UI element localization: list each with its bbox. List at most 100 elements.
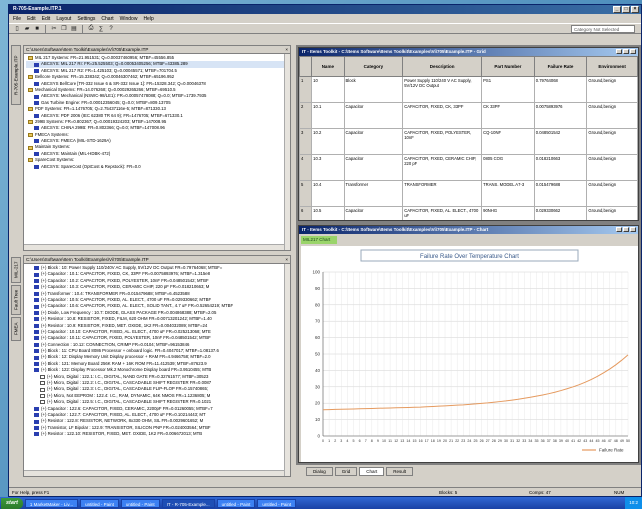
grid-cell[interactable]: Ground,benign [586,206,638,220]
close-icon[interactable]: × [285,256,288,263]
grid-cell[interactable]: Block [343,76,404,103]
table-row[interactable]: 2 10.1 Capacitor CAPACITOR, FIXED, CK, 33PF… [299,102,638,129]
minimize-button[interactable] [616,227,622,232]
taskbar-button[interactable]: untitled - Paint [257,498,297,508]
taskbar-button[interactable]: untitled - Paint [120,498,160,508]
grid-column-header[interactable] [299,56,313,77]
mil217-chart-tab[interactable]: MIL217 Chart [301,236,337,244]
vertical-scrollbar[interactable] [284,54,290,250]
table-row[interactable]: 3 10.2 Capacitor CAPACITOR, FIXED, POLYESTE… [299,128,638,155]
grid-cell[interactable]: Ground,benign [586,76,638,103]
grid-cell[interactable]: 10.3 [311,154,345,181]
grid-cell[interactable]: 10.5 [311,206,345,220]
calculate-icon[interactable]: ∑ [97,25,105,33]
tab-mil217[interactable]: MIL-217 [11,257,21,283]
open-folder-icon[interactable]: ▰ [23,25,31,33]
grid-cell[interactable]: TRANSFORMER [402,180,483,207]
grid-cell[interactable]: PS1 [481,76,535,103]
grid-cell[interactable]: Capacitor [343,128,404,155]
grid-cell[interactable]: Ground,benign [586,128,638,155]
grid-cell[interactable]: Ground,benign [586,102,638,129]
grid-cell[interactable]: Power Supply 110/240 V AC Supply, 5V/12V… [402,76,483,103]
taskbar-button[interactable]: untitled - Paint [80,498,119,508]
table-row[interactable]: 6 10.5 Capacitor CAPACITOR, FIXED, AL. ELEC… [299,206,638,220]
grid-cell[interactable]: 1 [299,76,313,103]
grid-column-header[interactable]: Part Number [481,56,535,77]
tab-fmea[interactable]: FMEA [11,317,21,341]
close-button[interactable] [630,227,636,232]
grid-column-header[interactable]: Name [311,56,345,77]
print-icon[interactable]: ⎙ [87,25,95,33]
grid-cell[interactable]: 90NHG [481,206,535,220]
grid-cell[interactable]: CAPACITOR, FIXED, CK, 33PF [402,102,483,129]
maximize-button[interactable]: □ [622,6,630,13]
grid-cell[interactable]: Capacitor [343,206,404,220]
paste-icon[interactable]: ▤ [70,25,78,33]
grid-cell[interactable]: CAPACITOR, FIXED, POLYESTER, 10nF [402,128,483,155]
horizontal-scrollbar[interactable] [24,470,284,476]
grid-cell[interactable]: 0805 COG [481,154,535,181]
copy-icon[interactable]: ❐ [60,25,68,33]
grid-cell[interactable]: 0.048501542 [533,128,588,155]
cut-icon[interactable]: ✂ [50,25,58,33]
tab-project[interactable]: R-705-Example.ITP [11,45,21,105]
grid-cell[interactable]: Ground,benign [586,154,638,181]
view-tab[interactable]: Grid [334,467,358,476]
start-button[interactable]: start [1,497,23,509]
grid-column-header[interactable]: Description [402,56,483,77]
grid-cell[interactable]: 10.1 [311,102,345,129]
table-row[interactable]: 1 10 Block Power Supply 110/240 V AC Supply… [299,76,638,103]
maximize-button[interactable] [623,227,629,232]
grid-cell[interactable]: 6 [299,206,313,220]
view-tab[interactable]: Result [386,467,414,476]
minimize-button[interactable]: _ [613,6,621,13]
grid-cell[interactable]: 5 [299,180,313,207]
table-row[interactable]: 4 10.3 Capacitor CAPACITOR, FIXED, CERAMIC … [299,154,638,181]
parts-grid[interactable]: Name Category Description Part Number Failur… [299,56,638,220]
horizontal-scrollbar[interactable] [24,244,284,250]
grid-cell[interactable]: Transformer [343,180,404,207]
grid-cell[interactable]: 3 [299,128,313,155]
category-filter-select[interactable]: Category Not Selected [571,25,635,33]
grid-cell[interactable]: 0.79764068 [533,76,588,103]
grid-cell[interactable]: 10 [311,76,345,103]
grid-cell[interactable]: Capacitor [343,102,404,129]
tree-node[interactable]: ABCSYS: SpareCost (OptCost & Repstock): … [26,164,288,170]
new-file-icon[interactable]: ▯ [13,25,21,33]
grid-cell[interactable]: 0.015479688 [533,180,588,207]
grid-cell[interactable]: Capacitor [343,154,404,181]
maximize-button[interactable] [623,49,629,54]
minimize-button[interactable] [616,49,622,54]
grid-cell[interactable]: 0.0075893976 [533,102,588,129]
tab-fault-tree[interactable]: Fault Tree [11,285,21,315]
menu-item[interactable]: Help [143,16,153,22]
grid-cell[interactable]: CAPACITOR, FIXED, AL. ELECT., 4700 uF [402,206,483,220]
grid-cell[interactable]: 0.029330662 [533,206,588,220]
menu-item[interactable]: File [13,16,21,22]
taskbar-button[interactable]: 1 MarketMaker - Liv... [24,498,79,508]
menu-item[interactable]: Chart [101,16,113,22]
grid-cell[interactable]: 2 [299,102,313,129]
taskbar-button[interactable]: untitled - Paint [216,498,256,508]
view-tab[interactable]: Chart [359,467,385,476]
grid-column-header[interactable]: Failure Rate [533,56,588,77]
grid-cell[interactable]: TRANS. MODEL A7-3 [481,180,535,207]
tree-node[interactable]: (+) Resistor : 122.10: RESISTOR, FIXED, … [26,431,288,437]
grid-cell[interactable]: 0.018210663 [533,154,588,181]
menu-item[interactable]: Edit [27,16,36,22]
close-button[interactable] [630,49,636,54]
table-row[interactable]: 5 10.4 Transformer TRANSFORMER TRANS. MODEL … [299,180,638,207]
menu-item[interactable]: Settings [77,16,95,22]
close-icon[interactable]: × [285,46,288,53]
grid-column-header[interactable]: Category [343,56,404,77]
save-icon[interactable]: ■ [33,25,41,33]
grid-cell[interactable]: 4 [299,154,313,181]
taskbar-button[interactable]: IT - R-705-Example... [161,498,215,508]
grid-cell[interactable]: 10.2 [311,128,345,155]
grid-cell[interactable]: CQ-10NF [481,128,535,155]
grid-cell[interactable]: CK 33PF [481,102,535,129]
view-tab[interactable]: Dialog [306,467,333,476]
vertical-scrollbar[interactable] [284,264,290,476]
menu-item[interactable]: Window [120,16,138,22]
close-button[interactable]: × [631,6,639,13]
